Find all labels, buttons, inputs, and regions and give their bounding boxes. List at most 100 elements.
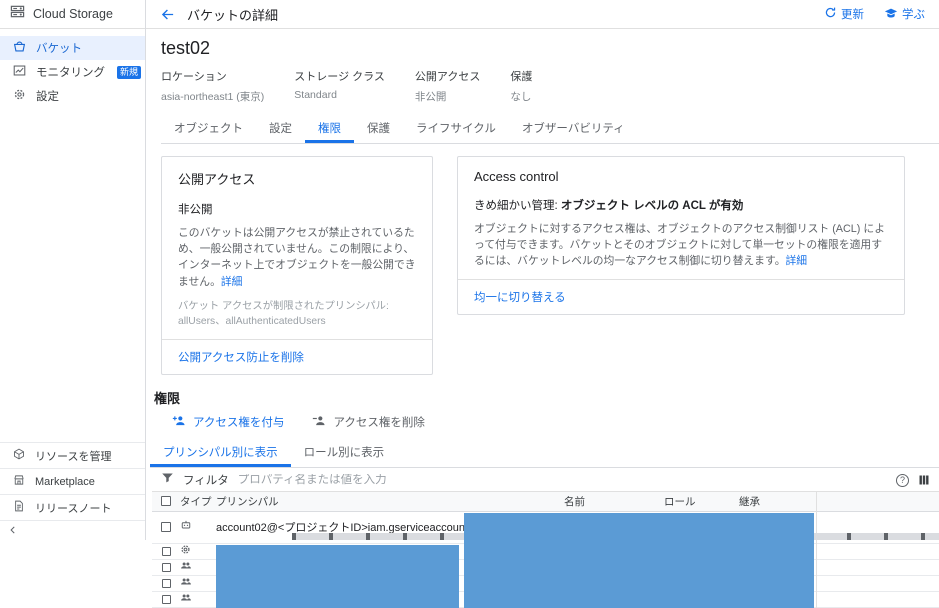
refresh-label: 更新 [841,9,864,21]
row-checkbox[interactable] [161,578,171,588]
refresh-button[interactable]: 更新 [824,6,864,22]
bucket-name: test02 [161,38,211,58]
tab-lifecycle[interactable]: ライフサイクル [403,114,509,143]
field-value: なし [510,91,532,103]
document-icon [13,500,25,515]
filter-label: フィルタ [183,475,229,488]
filter-bar: フィルタ ? [152,470,939,492]
learn-button[interactable]: 学ぶ [884,6,925,23]
access-control-card: Access control きめ細かい管理: オブジェクト レベルの ACL … [457,156,905,315]
row-checkbox[interactable] [161,594,171,604]
permissions-section: 権限 アクセス権を付与 アクセス権を削除 プリンシパル別に表示 ロール別に表示 … [146,388,939,608]
redacted-name-role-block [464,512,814,608]
grant-access-label: アクセス権を付与 [193,416,285,429]
public-access-status: 非公開 [178,204,213,216]
details-link[interactable]: 詳細 [786,255,808,267]
sidebar-item-settings[interactable]: 設定 [0,84,145,108]
graduation-cap-icon [884,6,898,23]
chevron-left-icon [8,522,18,540]
person-remove-icon [312,414,327,430]
sidebar-item-label: バケット [36,43,82,55]
remove-public-access-prevention-link[interactable]: 公開アクセス防止を削除 [162,338,432,374]
card-text: オブジェクトに対するアクセス権は、オブジェクトのアクセス制御リスト (ACL) … [474,221,888,270]
permissions-toolbar: アクセス権を付与 アクセス権を削除 [150,414,939,430]
revoke-access-button[interactable]: アクセス権を削除 [312,414,425,430]
tab-permissions[interactable]: 権限 [305,114,354,143]
sidebar-item-manage-resources[interactable]: リソースを管理 [0,442,145,468]
back-button[interactable] [160,7,175,22]
field-storage-class: ストレージ クラス Standard [294,68,385,104]
service-account-icon [180,518,192,536]
card-body-text: このバケットは公開アクセスが禁止されているため、一般公開されていません。この制限… [178,227,416,288]
field-label: 保護 [510,71,533,83]
field-label: 公開アクセス [414,71,481,83]
field-value: 非公開 [414,91,447,103]
sidebar-item-label: Marketplace [35,475,95,488]
sidebar-item-label: モニタリング [36,67,105,79]
permissions-title: 権限 [154,390,181,406]
column-header-name: 名前 [564,495,585,508]
field-label: ロケーション [161,71,227,83]
storefront-icon [13,474,25,489]
field-value: asia-northeast1 (東京) [161,91,265,103]
column-header-role: ロール [664,495,696,508]
column-header-principal: プリンシパル [216,495,279,508]
topbar: バケットの詳細 更新 学ぶ [146,0,939,29]
column-header-type: タイプ [180,495,212,508]
sidebar-item-label: リソースを管理 [35,450,112,463]
field-label: ストレージ クラス [294,71,385,83]
row-checkbox[interactable] [161,522,171,533]
tab-protection[interactable]: 保護 [354,114,403,143]
sidebar-item-label: リリースノート [35,502,112,515]
cloud-storage-logo-icon [10,4,25,24]
view-by-roles-tab[interactable]: ロール別に表示 [291,438,398,467]
redacted-principal-block [216,544,459,608]
bucket-tabs: オブジェクト 設定 権限 保護 ライフサイクル オブザーバビリティ [161,114,939,144]
sidebar-collapse-button[interactable] [0,520,145,540]
bucket-icon [13,40,26,56]
column-divider [816,491,817,608]
row-checkbox[interactable] [161,562,171,572]
card-title: Access control [474,169,559,184]
app-window: Cloud Storage バケット モニタリング 新規 設定 リソースを管理 … [0,0,939,608]
column-options-icon[interactable] [918,474,930,486]
learn-label: 学ぶ [902,9,925,21]
page-head: test02 ロケーション asia-northeast1 (東京) ストレージ… [146,38,939,375]
sidebar-item-label: 設定 [36,91,59,103]
cube-icon [13,448,25,463]
permissions-view-tabs: プリンシパル別に表示 ロール別に表示 [150,438,939,468]
bucket-summary-fields: ロケーション asia-northeast1 (東京) ストレージ クラス St… [161,68,939,104]
status-prefix: きめ細かい管理: [474,200,561,212]
select-all-checkbox[interactable] [161,496,171,507]
filter-icon [161,471,174,489]
public-access-card: 公開アクセス 非公開 このバケットは公開アクセスが禁止されているため、一般公開さ… [161,156,433,375]
tab-configuration[interactable]: 設定 [256,114,305,143]
field-value: Standard [294,89,337,101]
help-icon[interactable]: ? [896,473,909,487]
tab-observability[interactable]: オブザーバビリティ [509,114,638,143]
sidebar-item-buckets[interactable]: バケット [0,36,145,60]
row-checkbox[interactable] [161,546,171,556]
view-by-principals-tab[interactable]: プリンシパル別に表示 [150,438,291,467]
filter-input[interactable] [237,474,887,487]
monitoring-icon [13,64,26,80]
switch-to-uniform-link[interactable]: 均一に切り替える [458,278,904,314]
person-add-icon [172,414,187,430]
sidebar-item-monitoring[interactable]: モニタリング 新規 [0,60,145,84]
details-link[interactable]: 詳細 [221,276,243,288]
sidebar-item-marketplace[interactable]: Marketplace [0,468,145,494]
sidebar: Cloud Storage バケット モニタリング 新規 設定 リソースを管理 … [0,0,146,540]
restricted-principals-label: バケット アクセスが制限されたプリンシパル: [178,300,389,312]
sidebar-item-release-notes[interactable]: リリースノート [0,494,145,520]
table-header: タイプ プリンシパル 名前 ロール 継承 [152,491,939,512]
card-title: 公開アクセス [178,172,256,187]
grant-access-button[interactable]: アクセス権を付与 [172,414,284,430]
sidebar-footer: リソースを管理 Marketplace リリースノート [0,442,145,540]
new-badge: 新規 [117,65,142,79]
main-area: バケットの詳細 更新 学ぶ test02 ロケーション asia-northea… [146,0,939,608]
field-location: ロケーション asia-northeast1 (東京) [161,68,264,104]
restricted-principals-value: allUsers、allAuthenticatedUsers [178,316,326,328]
status-value: オブジェクト レベルの ACL が有効 [560,200,744,212]
tab-objects[interactable]: オブジェクト [161,114,256,143]
info-cards: 公開アクセス 非公開 このバケットは公開アクセスが禁止されているため、一般公開さ… [161,156,939,375]
